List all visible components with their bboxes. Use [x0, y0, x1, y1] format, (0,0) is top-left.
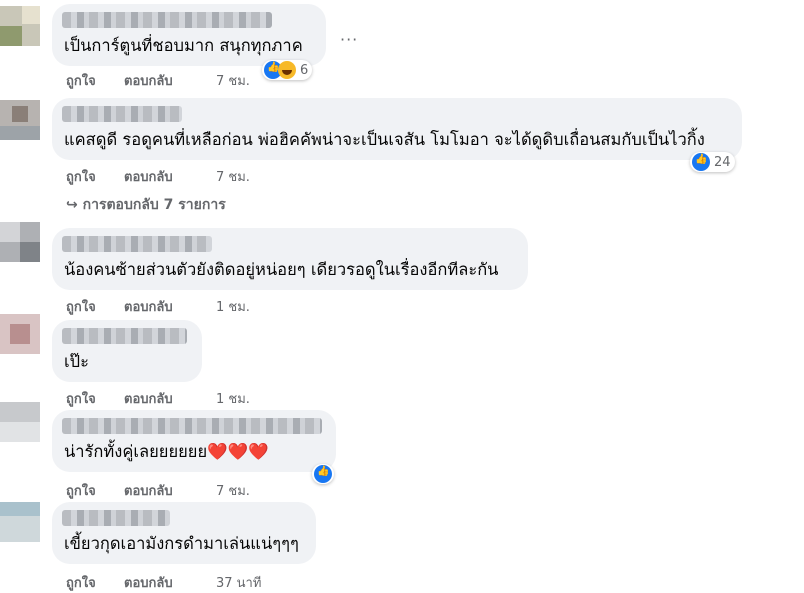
like-button[interactable]: ถูกใจ — [66, 166, 124, 187]
avatar[interactable] — [0, 222, 40, 262]
comment-bubble: เป๊ะ — [52, 320, 202, 382]
comment-actions: ถูกใจ ตอบกลับ 7 ชม. — [66, 166, 250, 187]
more-options-icon[interactable]: ··· — [340, 30, 358, 49]
like-button[interactable]: ถูกใจ — [66, 70, 124, 91]
comment-actions: ถูกใจ ตอบกลับ 1 ชม. — [66, 296, 250, 317]
like-icon — [692, 153, 710, 171]
commenter-name-blurred[interactable] — [62, 12, 272, 28]
comment-text: เขี้ยวกุดเอามังกรดำมาเล่นแน่ๆๆๆ — [64, 534, 299, 553]
view-replies-link[interactable]: ↪ การตอบกลับ 7 รายการ — [66, 194, 226, 216]
reply-button[interactable]: ตอบกลับ — [124, 388, 216, 409]
comment-text: น่ารักทั้งคู่เลยยยยยย❤️❤️❤️ — [64, 442, 269, 462]
comment-text: น้องคนซ้ายส่วนตัวยังติดอยู่หน่อยๆ เดียวร… — [64, 260, 499, 279]
like-button[interactable]: ถูกใจ — [66, 480, 124, 501]
reply-button[interactable]: ตอบกลับ — [124, 166, 216, 187]
comment-text-body: น่ารักทั้งคู่เลยยยยยย — [64, 442, 208, 461]
reply-button[interactable]: ตอบกลับ — [124, 572, 216, 593]
timestamp[interactable]: 37 นาที — [216, 572, 261, 593]
avatar[interactable] — [0, 314, 40, 354]
reply-button[interactable]: ตอบกลับ — [124, 70, 216, 91]
avatar[interactable] — [0, 6, 40, 46]
timestamp[interactable]: 7 ชม. — [216, 70, 250, 91]
like-icon — [314, 465, 332, 483]
reaction-count: 6 — [300, 62, 309, 78]
comment-bubble: เขี้ยวกุดเอามังกรดำมาเล่นแน่ๆๆๆ — [52, 502, 316, 564]
timestamp[interactable]: 1 ชม. — [216, 388, 250, 409]
like-button[interactable]: ถูกใจ — [66, 388, 124, 409]
comment-actions: ถูกใจ ตอบกลับ 1 ชม. — [66, 388, 250, 409]
comment-bubble: น่ารักทั้งคู่เลยยยยยย❤️❤️❤️ — [52, 410, 336, 472]
comment-actions: ถูกใจ ตอบกลับ 7 ชม. — [66, 70, 250, 91]
avatar[interactable] — [0, 402, 40, 442]
commenter-name-blurred[interactable] — [62, 106, 182, 122]
commenter-name-blurred[interactable] — [62, 236, 212, 252]
reply-button[interactable]: ตอบกลับ — [124, 296, 216, 317]
commenter-name-blurred[interactable] — [62, 418, 322, 434]
avatar[interactable] — [0, 502, 40, 542]
comment-bubble: น้องคนซ้ายส่วนตัวยังติดอยู่หน่อยๆ เดียวร… — [52, 228, 528, 290]
comment-bubble: เป็นการ์ตูนที่ชอบมาก สนุกทุกภาค — [52, 4, 326, 66]
reaction-summary[interactable]: 24 — [690, 152, 735, 172]
reaction-summary[interactable]: 6 — [262, 60, 313, 80]
timestamp[interactable]: 7 ชม. — [216, 166, 250, 187]
timestamp[interactable]: 7 ชม. — [216, 480, 250, 501]
comment-text: แคสดูดี รอดูคนที่เหลือก่อน พ่อฮิคคัพน่าจ… — [64, 130, 705, 149]
comment-actions: ถูกใจ ตอบกลับ 7 ชม. — [66, 480, 250, 501]
haha-icon — [278, 61, 296, 79]
reply-button[interactable]: ตอบกลับ — [124, 480, 216, 501]
reaction-summary[interactable] — [312, 464, 334, 484]
heart-emojis: ❤️❤️❤️ — [207, 442, 269, 461]
reaction-count: 24 — [714, 154, 731, 170]
comment-text: เป็นการ์ตูนที่ชอบมาก สนุกทุกภาค — [64, 36, 303, 55]
commenter-name-blurred[interactable] — [62, 510, 170, 526]
comment-actions: ถูกใจ ตอบกลับ 37 นาที — [66, 572, 261, 593]
timestamp[interactable]: 1 ชม. — [216, 296, 250, 317]
like-button[interactable]: ถูกใจ — [66, 296, 124, 317]
commenter-name-blurred[interactable] — [62, 328, 187, 344]
like-button[interactable]: ถูกใจ — [66, 572, 124, 593]
comment-bubble: แคสดูดี รอดูคนที่เหลือก่อน พ่อฮิคคัพน่าจ… — [52, 98, 742, 160]
comment-text: เป๊ะ — [64, 352, 89, 371]
avatar[interactable] — [0, 100, 40, 140]
